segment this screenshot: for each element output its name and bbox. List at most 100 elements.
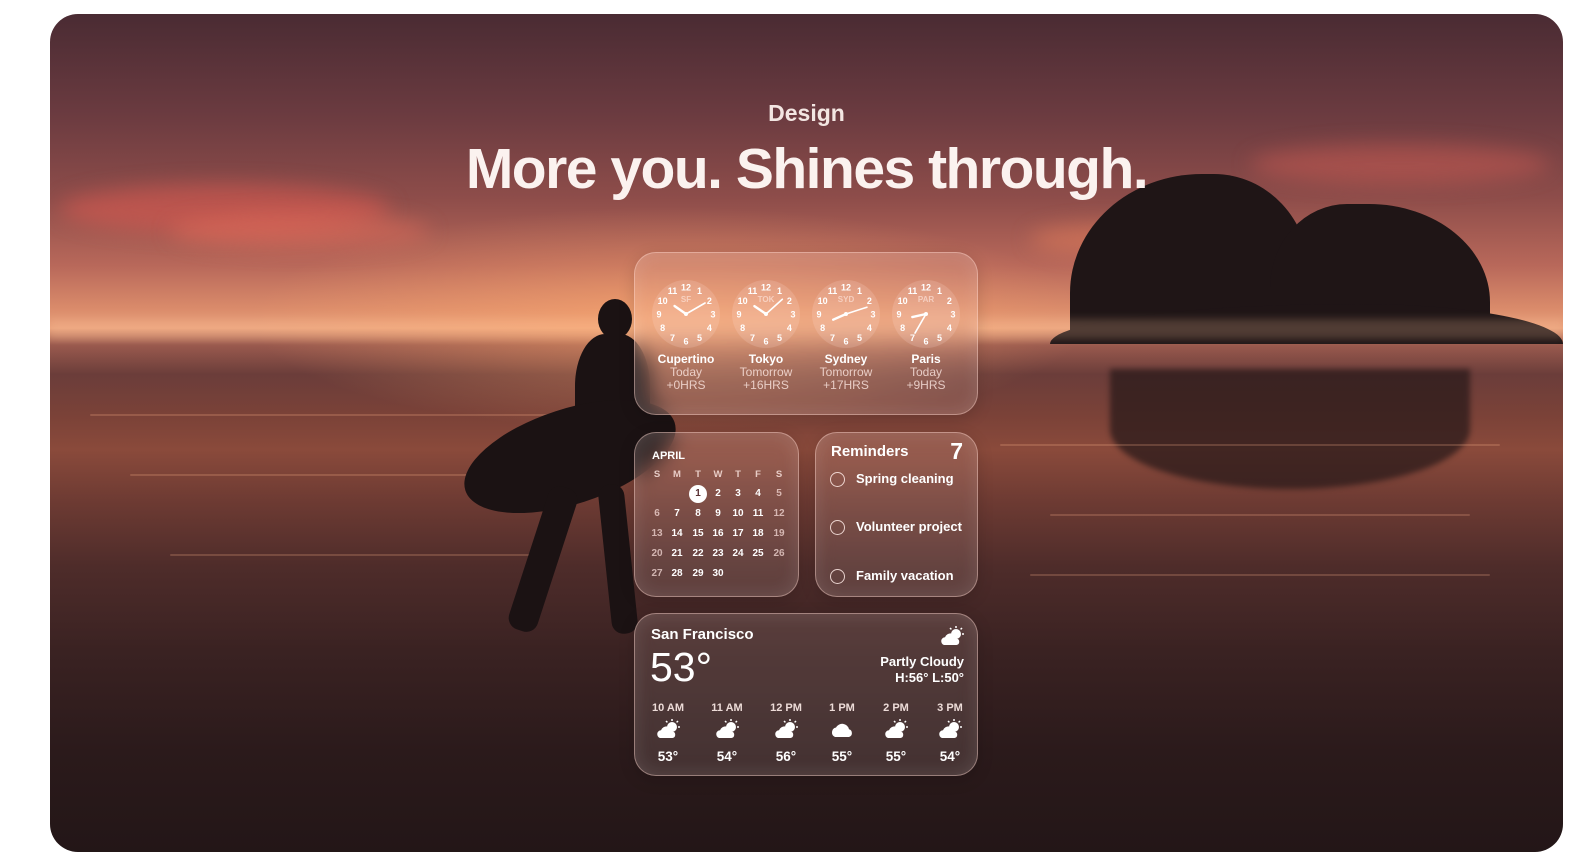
calendar-day[interactable]: 18 (749, 528, 767, 539)
calendar-day[interactable]: 4 (749, 488, 767, 499)
svg-text:3: 3 (950, 310, 955, 320)
city-offset: +0HRS (666, 378, 706, 392)
calendar-today[interactable]: 1 (689, 485, 707, 503)
svg-text:8: 8 (660, 323, 665, 333)
svg-text:4: 4 (707, 323, 712, 333)
calendar-day[interactable]: 10 (729, 508, 747, 519)
partly-cloudy-icon (702, 719, 752, 745)
calendar-weekday: F (755, 469, 761, 480)
analog-clock-face: 1 2 3 4 5 6 7 8 9 10 11 12 PAR (891, 279, 961, 349)
svg-text:SF: SF (681, 295, 691, 304)
calendar-day[interactable]: 26 (770, 548, 788, 559)
calendar-weekday: M (673, 469, 681, 480)
calendar-day[interactable]: 6 (648, 508, 666, 519)
calendar-day[interactable]: 15 (689, 528, 707, 539)
weather-temperature: 53° (650, 644, 713, 690)
calendar-month: APRIL (652, 450, 685, 462)
world-clock-widget[interactable]: 1 2 3 4 5 6 7 8 9 10 11 12 SF Cupertino Today +0HRS… (634, 252, 978, 415)
hourly-forecast-item: 11 AM 54° (702, 702, 752, 764)
weather-widget[interactable]: San Francisco 53° Partly Cloudy H:56° L:5… (634, 613, 978, 776)
svg-text:9: 9 (736, 310, 741, 320)
calendar-day[interactable]: 16 (709, 528, 727, 539)
svg-text:9: 9 (656, 310, 661, 320)
section-headline: More you. Shines through. (465, 137, 1149, 201)
reminders-count: 7 (950, 438, 963, 464)
hourly-time: 11 AM (711, 702, 743, 714)
calendar-day[interactable]: 17 (729, 528, 747, 539)
calendar-day[interactable]: 7 (668, 508, 686, 519)
calendar-day[interactable]: 13 (648, 528, 666, 539)
analog-clock-face: 1 2 3 4 5 6 7 8 9 10 11 12 TOK (731, 279, 801, 349)
svg-text:12: 12 (921, 283, 931, 293)
calendar-day[interactable]: 28 (668, 568, 686, 579)
reminders-title: Reminders (831, 443, 909, 460)
hourly-temp: 53° (657, 749, 679, 764)
city-offset: +16HRS (743, 378, 789, 392)
calendar-day[interactable]: 22 (689, 548, 707, 559)
world-clock-city: Sydney Tomorrow +17HRS (806, 353, 886, 392)
ripple (90, 414, 590, 416)
calendar-weekday: T (735, 469, 741, 480)
svg-text:11: 11 (748, 286, 758, 296)
world-clock-city: Tokyo Tomorrow +16HRS (726, 353, 806, 392)
calendar-day[interactable]: 5 (770, 488, 788, 499)
hourly-temp: 55° (885, 749, 907, 764)
hourly-temp: 55° (831, 749, 853, 764)
calendar-day[interactable]: 19 (770, 528, 788, 539)
svg-text:4: 4 (867, 323, 872, 333)
reminder-item[interactable]: Spring cleaning (830, 471, 954, 488)
hourly-forecast-item: 2 PM 55° (871, 702, 921, 764)
svg-text:12: 12 (841, 283, 851, 293)
calendar-day[interactable]: 27 (648, 568, 666, 579)
svg-text:5: 5 (937, 333, 942, 343)
svg-text:SYD: SYD (838, 295, 855, 304)
calendar-day[interactable]: 2 (709, 488, 727, 499)
hourly-temp: 56° (775, 749, 797, 764)
calendar-weekday: T (695, 469, 701, 480)
calendar-day[interactable]: 20 (648, 548, 666, 559)
calendar-day[interactable]: 14 (668, 528, 686, 539)
svg-text:5: 5 (777, 333, 782, 343)
calendar-weekday: S (653, 469, 661, 480)
svg-text:1: 1 (937, 286, 942, 296)
calendar-day[interactable]: 29 (689, 568, 707, 579)
svg-text:12: 12 (761, 283, 771, 293)
checkbox-icon[interactable] (830, 520, 845, 536)
calendar-day[interactable]: 9 (709, 508, 727, 519)
svg-text:8: 8 (820, 323, 825, 333)
svg-text:10: 10 (818, 296, 828, 306)
svg-text:11: 11 (668, 286, 678, 296)
calendar-day[interactable]: 25 (749, 548, 767, 559)
calendar-day[interactable]: 30 (709, 568, 727, 579)
reminder-item[interactable]: Family vacation (830, 568, 954, 585)
calendar-weekday: W (713, 469, 723, 480)
reminders-widget[interactable]: Reminders 7 Spring cleaning Volunteer pr… (815, 432, 978, 597)
ripple (1000, 444, 1500, 446)
calendar-day[interactable]: 12 (770, 508, 788, 519)
svg-text:10: 10 (738, 296, 748, 306)
reminder-item[interactable]: Volunteer project (830, 519, 962, 536)
checkbox-icon[interactable] (830, 569, 845, 585)
calendar-day[interactable]: 21 (668, 548, 686, 559)
svg-text:8: 8 (900, 323, 905, 333)
svg-text:10: 10 (658, 296, 668, 306)
city-offset: +9HRS (906, 378, 946, 392)
calendar-day[interactable]: 23 (709, 548, 727, 559)
section-eyebrow: Design (768, 100, 845, 126)
calendar-day[interactable]: 24 (729, 548, 747, 559)
calendar-widget[interactable]: APRIL S M T W T F S 1 2 3 4 5 6 7 8 9 10 11 12 13 14 15 16 17 18… (634, 432, 799, 597)
svg-text:7: 7 (910, 333, 915, 343)
calendar-day[interactable]: 11 (749, 508, 767, 519)
svg-text:2: 2 (707, 296, 712, 306)
svg-text:3: 3 (710, 310, 715, 320)
hourly-time: 2 PM (883, 702, 909, 714)
calendar-day[interactable]: 8 (689, 508, 707, 519)
svg-text:11: 11 (908, 286, 918, 296)
checkbox-icon[interactable] (830, 472, 845, 488)
ripple (1030, 574, 1490, 576)
rock-reflection (1110, 369, 1470, 489)
world-clock-city: Cupertino Today +0HRS (646, 353, 726, 392)
calendar-day[interactable]: 3 (729, 488, 747, 499)
hourly-temp: 54° (716, 749, 738, 764)
partly-cloudy-icon (925, 719, 975, 745)
